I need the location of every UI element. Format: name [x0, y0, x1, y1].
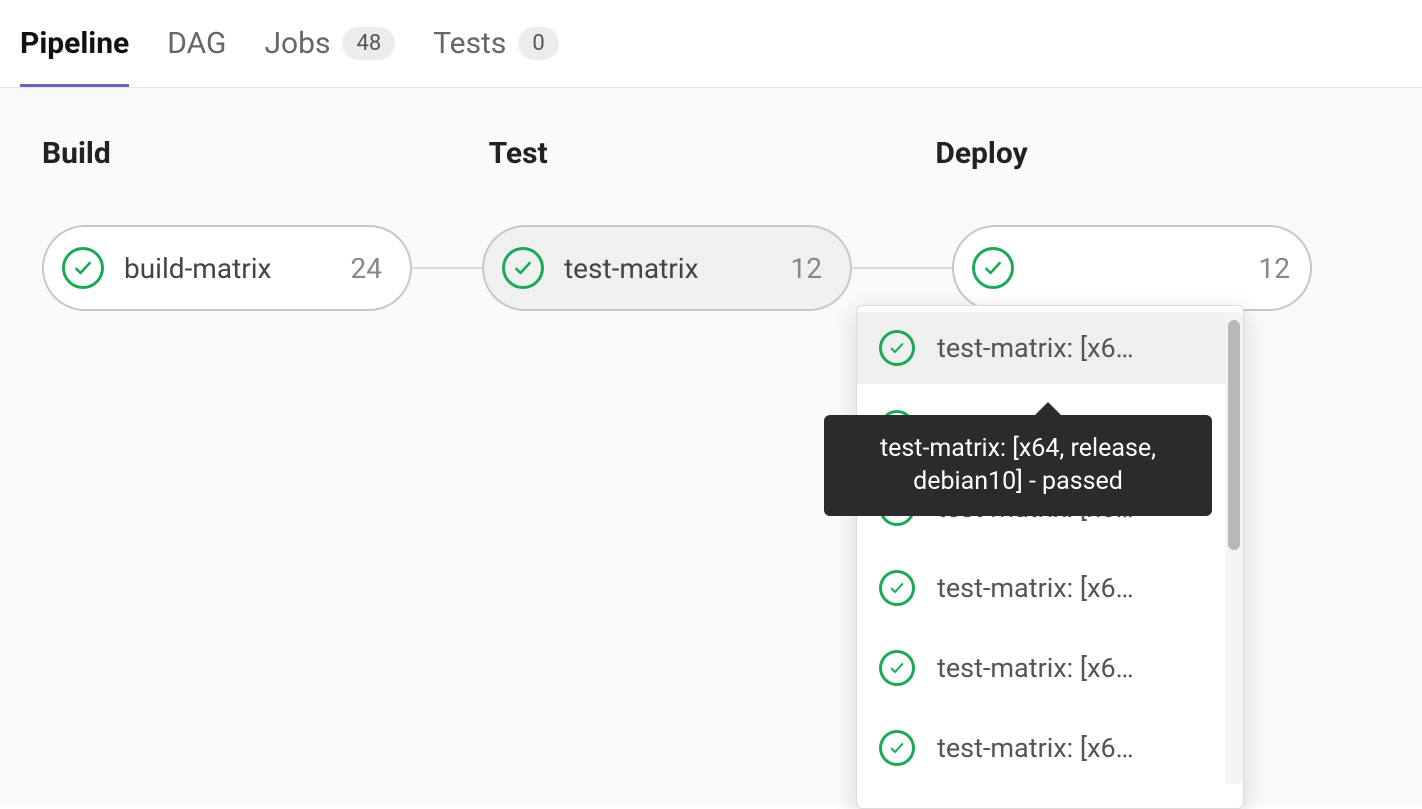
status-passed-icon — [879, 650, 915, 686]
status-passed-icon — [62, 247, 104, 289]
tab-jobs[interactable]: Jobs 48 — [264, 0, 395, 87]
connector-test-deploy — [852, 267, 952, 269]
dropdown-item-label: test-matrix: [x6… — [937, 732, 1134, 764]
connector-build-test — [412, 267, 482, 269]
tab-pipeline[interactable]: Pipeline — [20, 0, 129, 87]
jobs-count-badge: 48 — [342, 27, 395, 60]
tab-tests-label: Tests — [433, 26, 506, 61]
tab-jobs-label: Jobs — [264, 26, 330, 61]
stage-row: build-matrix 24 test-matrix 12 12 — [42, 225, 1382, 315]
pipeline-tabs: Pipeline DAG Jobs 48 Tests 0 — [0, 0, 1422, 88]
status-passed-icon — [502, 247, 544, 289]
dropdown-item-label: test-matrix: [x6… — [937, 652, 1134, 684]
status-passed-icon — [879, 330, 915, 366]
job-group-dropdown: test-matrix: [x6… test-matrix: [x6… test… — [856, 305, 1244, 809]
job-build-matrix-label: build-matrix — [124, 252, 339, 285]
job-deploy-count: 12 — [1259, 252, 1290, 285]
status-passed-icon — [879, 730, 915, 766]
job-test-matrix-count: 12 — [791, 252, 822, 285]
dropdown-item[interactable]: test-matrix: [x6… — [857, 552, 1225, 624]
tab-tests[interactable]: Tests 0 — [433, 0, 559, 87]
dropdown-item[interactable]: test-matrix: [x6… — [857, 632, 1225, 704]
dropdown-item-label: test-matrix: [x6… — [937, 572, 1134, 604]
dropdown-item[interactable]: test-matrix: [x6… — [857, 712, 1225, 784]
dropdown-item-label: test-matrix: [x6… — [937, 332, 1134, 364]
dropdown-list: test-matrix: [x6… test-matrix: [x6… test… — [857, 312, 1225, 784]
job-tooltip: test-matrix: [x64, release, debian10] - … — [824, 415, 1212, 516]
stage-header-deploy: Deploy — [935, 136, 1382, 171]
job-build-matrix[interactable]: build-matrix 24 — [42, 225, 412, 311]
tab-dag-label: DAG — [167, 26, 226, 61]
stage-header-test: Test — [489, 136, 936, 171]
scrollbar-thumb[interactable] — [1228, 320, 1240, 550]
tab-dag[interactable]: DAG — [167, 0, 226, 87]
tests-count-badge: 0 — [518, 27, 558, 60]
pipeline-canvas: Build Test Deploy build-matrix 24 test-m… — [0, 88, 1422, 806]
job-build-matrix-count: 24 — [351, 252, 382, 285]
job-test-matrix-label: test-matrix — [564, 252, 779, 285]
stage-header-build: Build — [42, 136, 489, 171]
job-deploy[interactable]: 12 — [952, 225, 1312, 311]
status-passed-icon — [972, 247, 1014, 289]
dropdown-scrollbar[interactable] — [1225, 312, 1243, 784]
stage-headers: Build Test Deploy — [42, 136, 1382, 171]
dropdown-item[interactable]: test-matrix: [x6… — [857, 312, 1225, 384]
status-passed-icon — [879, 570, 915, 606]
job-test-matrix[interactable]: test-matrix 12 — [482, 225, 852, 311]
tab-pipeline-label: Pipeline — [20, 26, 129, 61]
